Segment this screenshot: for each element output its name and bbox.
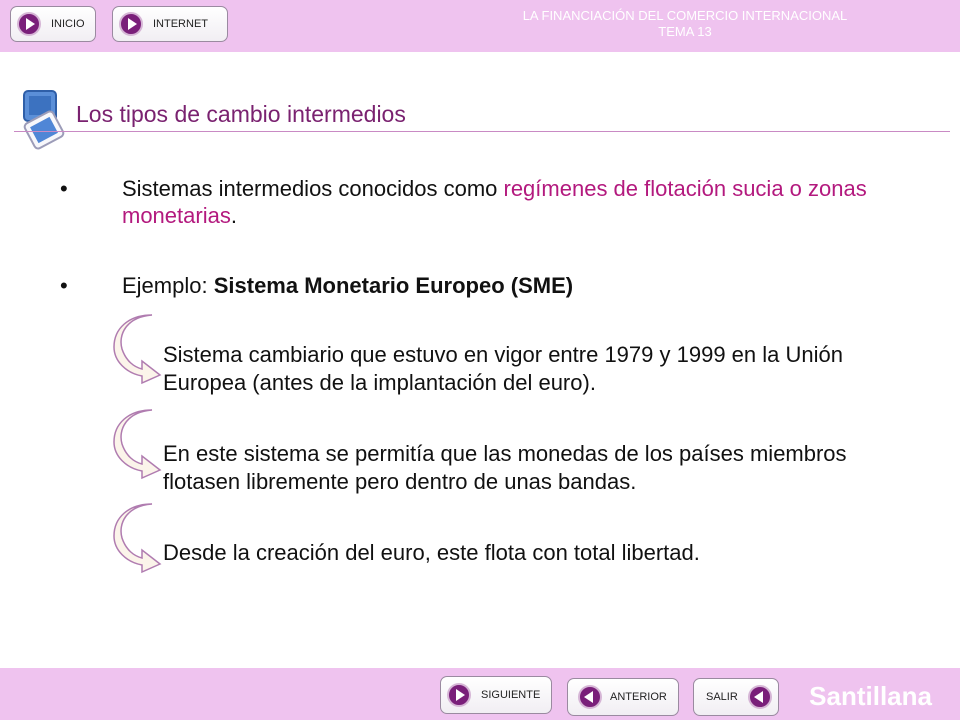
sub-item-1: Sistema cambiario que estuvo en vigor en… (163, 342, 843, 395)
play-icon (119, 12, 143, 36)
inicio-label: INICIO (51, 18, 85, 30)
santillana-logo: Santillana (809, 681, 932, 711)
anterior-label: ANTERIOR (610, 691, 667, 703)
internet-button[interactable]: INTERNET (112, 6, 228, 42)
curved-arrow-icon (113, 503, 162, 574)
bullet-2-prefix: Ejemplo: (122, 273, 214, 298)
bullet-1: Sistemas intermedios conocidos como regí… (122, 175, 892, 229)
title-divider (14, 131, 950, 132)
slide-title: Los tipos de cambio intermedios (76, 101, 406, 127)
course-title: LA FINANCIACIÓN DEL COMERCIO INTERNACION… (430, 8, 940, 40)
course-title-line1: LA FINANCIACIÓN DEL COMERCIO INTERNACION… (522, 8, 848, 23)
siguiente-button[interactable]: SIGUIENTE (440, 676, 552, 714)
internet-label: INTERNET (153, 18, 208, 30)
bullet-2-bold: Sistema Monetario Europeo (SME) (213, 273, 574, 298)
salir-button[interactable]: SALIR (693, 678, 779, 716)
exit-arrow-icon (747, 685, 772, 709)
bullet-1-end: . (230, 203, 237, 228)
play-icon (17, 12, 41, 36)
curved-arrow-icon (113, 409, 162, 480)
bullet-marker: • (60, 273, 68, 298)
monitor-icon (23, 90, 65, 150)
bullet-marker: • (60, 176, 68, 201)
next-arrow-icon (447, 683, 471, 707)
sub-item-3: Desde la creación del euro, este flota c… (163, 540, 700, 565)
anterior-button[interactable]: ANTERIOR (567, 678, 679, 716)
bullet-2: Ejemplo: Sistema Monetario Europeo (SME) (122, 272, 892, 299)
siguiente-label: SIGUIENTE (481, 689, 541, 701)
inicio-button[interactable]: INICIO (10, 6, 96, 42)
sub-item-2: En este sistema se permitía que las mone… (163, 441, 847, 494)
salir-label: SALIR (706, 691, 738, 703)
course-title-line2: TEMA 13 (658, 24, 712, 39)
bullet-1-text: Sistemas intermedios conocidos como (122, 176, 504, 201)
curved-arrow-icon (113, 314, 162, 385)
previous-arrow-icon (578, 685, 602, 709)
